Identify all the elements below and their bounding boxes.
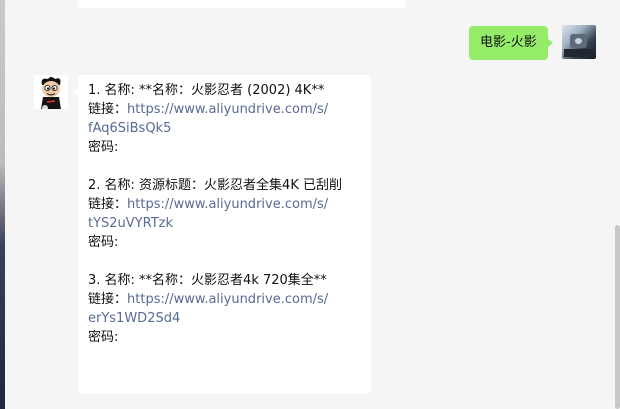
result-link-row: 链接：https://www.aliyundrive.com/s/: [88, 290, 363, 309]
previous-message-bubble: [78, 0, 406, 8]
cartoon-boy-avatar-icon: [34, 75, 68, 109]
share-link[interactable]: https://www.aliyundrive.com/s/: [127, 102, 328, 117]
share-link-code[interactable]: erYs1WD2Sd4: [88, 309, 363, 328]
link-label: 链接：: [88, 197, 128, 212]
outgoing-message-bubble[interactable]: 电影-火影: [469, 26, 553, 60]
share-link-code[interactable]: tYS2uVYRTzk: [88, 214, 363, 233]
share-link-code[interactable]: fAq6SiBsQk5: [88, 119, 363, 138]
bot-avatar[interactable]: [34, 75, 68, 109]
link-label: 链接：: [88, 102, 128, 117]
password-label: 密码:: [88, 330, 119, 345]
photo-avatar-highlight: [575, 38, 582, 44]
result-item: 3. 名称: **名称：火影忍者4k 720集全** 链接：https://ww…: [88, 271, 363, 347]
result-title: 3. 名称: **名称：火影忍者4k 720集全**: [88, 273, 327, 288]
result-title: 1. 名称: **名称：火影忍者 (2002) 4K**: [88, 83, 325, 98]
photo-avatar-base: [564, 49, 594, 57]
result-title: 2. 名称: 资源标题：火影忍者全集4K 已刮削: [88, 178, 342, 193]
password-label: 密码:: [88, 140, 119, 155]
outgoing-message-text: 电影-火影: [480, 35, 537, 50]
chat-scrollbar[interactable]: [615, 225, 620, 409]
incoming-message-bubble[interactable]: 1. 名称: **名称：火影忍者 (2002) 4K** 链接：https://…: [73, 75, 371, 394]
share-link[interactable]: https://www.aliyundrive.com/s/: [127, 197, 328, 212]
result-item: 2. 名称: 资源标题：火影忍者全集4K 已刮削 链接：https://www.…: [88, 176, 363, 252]
result-item: 1. 名称: **名称：火影忍者 (2002) 4K** 链接：https://…: [88, 81, 363, 157]
window-edge: [0, 0, 5, 409]
password-label: 密码:: [88, 235, 119, 250]
share-link[interactable]: https://www.aliyundrive.com/s/: [127, 292, 328, 307]
link-label: 链接：: [88, 292, 128, 307]
user-avatar[interactable]: [562, 25, 596, 59]
result-link-row: 链接：https://www.aliyundrive.com/s/: [88, 100, 363, 119]
result-link-row: 链接：https://www.aliyundrive.com/s/: [88, 195, 363, 214]
